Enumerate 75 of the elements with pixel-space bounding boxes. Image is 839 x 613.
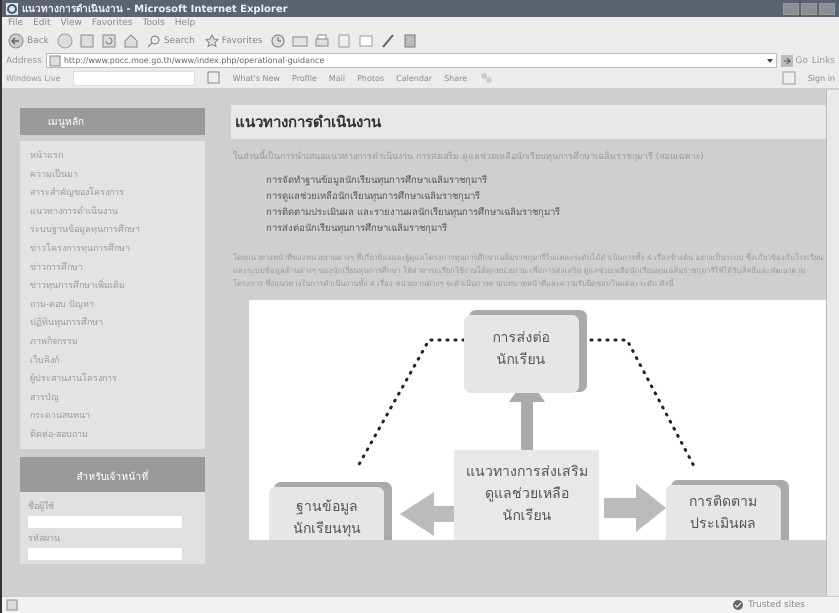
sidebar-link[interactable]: เว็บลิงก์: [30, 352, 196, 370]
address-field[interactable]: http://www.pocc.moe.go.th/www/index.php/operational-guidance: [46, 53, 778, 68]
sidebar-link[interactable]: สารบัญ: [30, 388, 196, 408]
address-label: Address: [6, 56, 42, 66]
history-icon[interactable]: [270, 33, 286, 49]
arrow: [604, 484, 666, 532]
sidebar-link[interactable]: ปฏิทินทุนการศึกษา: [30, 314, 196, 333]
password-field[interactable]: [28, 548, 182, 560]
window-icon[interactable]: [358, 33, 374, 49]
guideline-item: การติดตามประเมินผล และรายงานผลนักเรียนทุนการศึกษาเฉลิมราชกุมารี: [266, 206, 562, 220]
print-icon[interactable]: [314, 33, 330, 49]
sidebar-link[interactable]: แนวทางการดำเนินงาน: [30, 202, 196, 222]
menu-item[interactable]: File: [8, 18, 24, 28]
sidebar-link[interactable]: หน้าแรก: [30, 147, 196, 166]
sidebar-link[interactable]: ติดต่อ-สอบถาม: [30, 426, 196, 444]
toolbar-link[interactable]: Share: [444, 74, 468, 82]
note-icon[interactable]: [782, 71, 796, 85]
maximize-button[interactable]: [801, 2, 817, 14]
sidebar-link[interactable]: สาระสำคัญของโครงการ: [30, 184, 196, 203]
window-title: แนวทางการดำเนินงาน - Microsoft Internet Explorer: [22, 2, 289, 16]
password-label: รหัสผ่าน: [28, 532, 61, 544]
browser-icon: [6, 2, 18, 14]
toolbar-link[interactable]: Photos: [357, 74, 384, 82]
refresh-icon[interactable]: [100, 33, 117, 49]
login-title: สำหรับเจ้าหน้าที่: [20, 456, 206, 492]
menu-title: เมนูหลัก: [20, 108, 206, 135]
stop-icon[interactable]: [78, 33, 95, 49]
menu-item[interactable]: Edit: [33, 18, 50, 28]
sidebar-link[interactable]: ภาพกิจกรรม: [30, 332, 196, 352]
toolbar-link[interactable]: Mail: [328, 74, 346, 82]
sidebar-link[interactable]: ถาม-ตอบ ปัญหา: [30, 296, 196, 314]
arrow: [400, 492, 454, 536]
sign-in-link[interactable]: Sign in: [808, 74, 835, 82]
star-icon: [204, 34, 219, 48]
go-arrow-icon: [781, 54, 794, 66]
sidebar-link[interactable]: ข่าวการศึกษา: [30, 258, 196, 278]
search-dropdown-icon[interactable]: [206, 71, 221, 85]
toolbar-link[interactable]: What's New: [232, 74, 280, 82]
guideline-item: การดูแลช่วยเหลือนักเรียนทุนการศึกษาเฉลิมราชกุมารี: [266, 190, 482, 204]
security-zone: Trusted sites: [748, 600, 806, 610]
sidebar-link[interactable]: ข่าวทุนการศึกษาเพิ่มเติม: [30, 277, 196, 296]
favorites-button[interactable]: Favorites: [202, 34, 264, 48]
page-icon: [48, 54, 61, 66]
sidebar-link[interactable]: ระบบฐานข้อมูลทุนการศึกษา: [30, 221, 196, 240]
pencil-icon[interactable]: [380, 33, 396, 49]
diagram-box: แนวทางการส่งเสริม ดูแลช่วยเหลือ นักเรียน: [454, 450, 600, 540]
back-button[interactable]: Back: [6, 33, 51, 49]
search-icon: [146, 34, 161, 48]
go-button[interactable]: Go: [781, 54, 808, 66]
toolbar-brand: Windows Live: [6, 74, 61, 82]
page-icon: [6, 599, 18, 611]
toolbar-link[interactable]: Calendar: [396, 74, 432, 82]
menu-item[interactable]: View: [60, 18, 82, 28]
links-label[interactable]: Links: [812, 56, 835, 66]
dropdown-icon[interactable]: [766, 56, 774, 64]
sidebar-link[interactable]: ความเป็นมา: [30, 166, 196, 184]
menu-item[interactable]: Help: [174, 18, 196, 28]
username-label: ชื่อผู้ใช้: [28, 498, 55, 512]
sidebar-link[interactable]: ข่าวโครงการทุนการศึกษา: [30, 240, 196, 259]
search-field[interactable]: [72, 70, 195, 86]
search-button[interactable]: Search: [144, 34, 197, 48]
home-icon[interactable]: [122, 33, 139, 49]
guideline-item: การส่งต่อนักเรียนทุนการศึกษาเฉลิมราชกุมารี: [266, 222, 448, 236]
guideline-item: การจัดทำฐานข้อมูลนักเรียนทุนการศึกษาเฉลิมราชกุมารี: [266, 174, 488, 188]
page-title: แนวทางการดำเนินงาน: [231, 105, 826, 139]
menu-item[interactable]: Favorites: [92, 18, 133, 28]
toolbar-link[interactable]: Profile: [292, 74, 317, 82]
check-icon: [732, 599, 744, 611]
sidebar-link[interactable]: ผู้ประสานงานโครงการ: [30, 370, 196, 389]
scrollbar[interactable]: [826, 90, 839, 596]
minimize-button[interactable]: [783, 2, 799, 14]
close-button[interactable]: [819, 2, 835, 14]
sidebar-link[interactable]: กระดานสนทนา: [30, 407, 196, 426]
username-field[interactable]: [28, 516, 182, 528]
menu-item[interactable]: Tools: [142, 18, 165, 28]
